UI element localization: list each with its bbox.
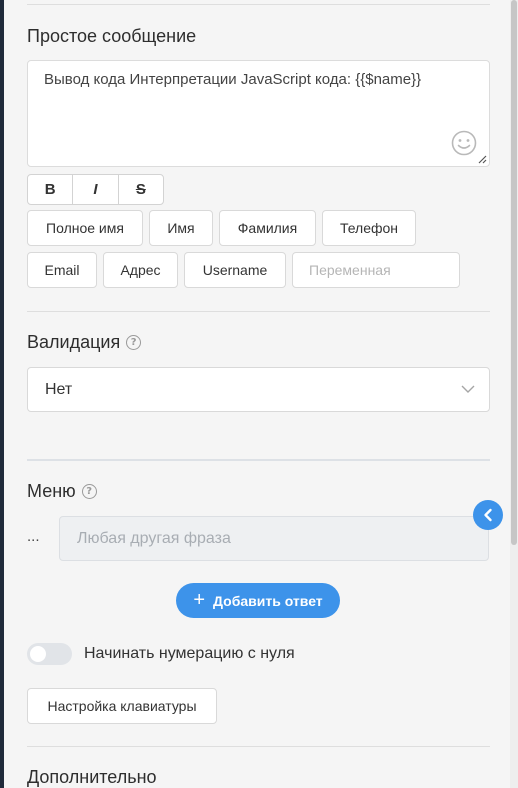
variable-address-button[interactable]: Адрес (103, 252, 178, 288)
chip-label: Адрес (120, 262, 161, 278)
chip-label: Телефон (339, 220, 399, 236)
plus-icon: + (193, 588, 206, 611)
menu-title: Меню (27, 481, 76, 501)
keyboard-settings-button[interactable]: Настройка клавиатуры (27, 688, 217, 724)
numbering-toggle[interactable] (27, 643, 72, 665)
menu-item-marker: ... (27, 528, 40, 545)
additional-title: Дополнительно (27, 767, 157, 787)
validation-value: Нет (45, 380, 73, 398)
menu-answer-placeholder[interactable]: Любая другая фраза (77, 530, 231, 548)
numbering-label: Начинать нумерацию с нуля (84, 645, 295, 662)
validation-title: Валидация (27, 332, 121, 352)
italic-label: I (93, 181, 98, 198)
help-icon[interactable]: ? (126, 335, 142, 350)
menu-answer-input[interactable]: Любая другая фраза (59, 516, 489, 561)
divider (27, 4, 490, 5)
chip-label: Фамилия (237, 220, 298, 236)
bold-label: B (44, 181, 56, 198)
variable-email-button[interactable]: Email (27, 252, 97, 288)
bold-button[interactable]: B (28, 175, 74, 204)
chip-label: Username (202, 262, 268, 278)
custom-variable-input[interactable]: Переменная (292, 252, 460, 288)
italic-button[interactable]: I (73, 175, 119, 204)
format-toolbar: B I S (27, 174, 164, 205)
variable-first-name-button[interactable]: Имя (149, 210, 213, 246)
variable-last-name-button[interactable]: Фамилия (219, 210, 316, 246)
divider (27, 311, 490, 312)
scrollbar-thumb[interactable] (511, 0, 517, 545)
chevron-down-icon (461, 385, 475, 393)
variable-phone-button[interactable]: Телефон (322, 210, 416, 246)
message-section-title: Простое сообщение (27, 26, 196, 47)
left-panel-edge (0, 0, 4, 788)
message-textarea[interactable]: Вывод кода Интерпретации JavaScript кода… (27, 60, 490, 167)
strikethrough-button[interactable]: S (119, 175, 163, 204)
custom-variable-placeholder[interactable]: Переменная (309, 262, 391, 278)
add-answer-button[interactable]: + Добавить ответ (176, 583, 340, 618)
chip-label: Email (44, 262, 80, 278)
strikethrough-label: S (135, 181, 146, 198)
divider (27, 459, 490, 461)
menu-section-title: Меню ? (27, 481, 97, 502)
message-title: Простое сообщение (27, 26, 197, 46)
chip-label: Полное имя (46, 220, 124, 236)
validation-select[interactable]: Нет (27, 367, 490, 412)
chevron-left-icon (484, 508, 492, 522)
variable-full-name-button[interactable]: Полное имя (27, 210, 143, 246)
chip-label: Имя (167, 220, 195, 236)
collapse-panel-button[interactable] (473, 500, 503, 530)
add-answer-label: Добавить ответ (213, 592, 323, 609)
divider (27, 746, 490, 747)
help-icon[interactable]: ? (81, 484, 97, 499)
scrollbar[interactable] (510, 0, 518, 788)
toggle-knob (30, 646, 46, 662)
variable-username-button[interactable]: Username (184, 252, 286, 288)
keyboard-settings-label: Настройка клавиатуры (47, 698, 197, 714)
message-text[interactable]: Вывод кода Интерпретации JavaScript кода… (44, 71, 421, 88)
resize-handle-icon[interactable] (478, 155, 487, 164)
emoji-icon[interactable] (451, 130, 477, 156)
validation-section-title: Валидация ? (27, 332, 142, 353)
additional-section-title: Дополнительно (27, 767, 157, 788)
